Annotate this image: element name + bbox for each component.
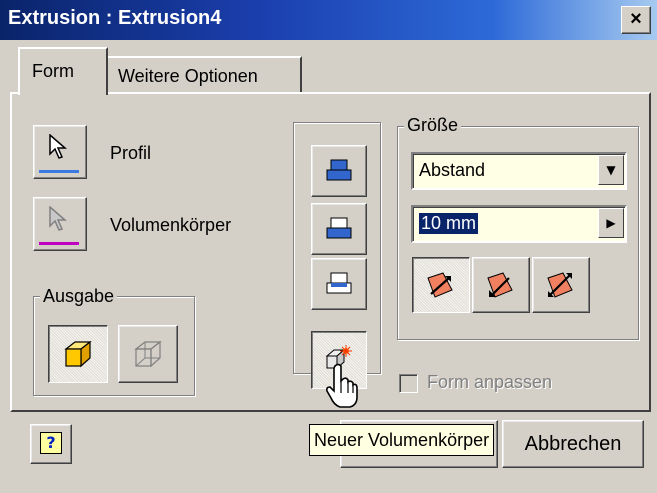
- surface-cube-icon: [134, 340, 162, 368]
- output-solid-button[interactable]: [48, 325, 108, 383]
- tab-weitere-optionen[interactable]: Weitere Optionen: [106, 56, 302, 94]
- profile-underline: [39, 170, 79, 173]
- distance-flyout-arrow-icon[interactable]: ▶: [598, 208, 624, 238]
- extrusion-dialog: Extrusion : Extrusion4 × Form Weitere Op…: [0, 0, 657, 493]
- cursor-arrow-disabled-icon: [49, 206, 68, 231]
- intersect-icon: [326, 272, 352, 294]
- symmetric-button[interactable]: [532, 257, 590, 313]
- close-icon: ×: [630, 8, 642, 30]
- window-title: Extrusion : Extrusion4: [8, 7, 222, 29]
- match-shape-checkbox[interactable]: [399, 374, 418, 393]
- solid-underline: [39, 242, 79, 245]
- solid-select-button[interactable]: [33, 197, 87, 251]
- cancel-button[interactable]: Abbrechen: [502, 420, 644, 468]
- direction-1-icon: [427, 272, 453, 298]
- hand-cursor-icon: [326, 363, 358, 408]
- cursor-arrow-icon: [49, 134, 68, 159]
- cancel-button-label: Abbrechen: [524, 433, 622, 455]
- dropdown-arrow-icon[interactable]: ▼: [598, 155, 624, 185]
- direction-2-icon: [487, 272, 513, 298]
- tab-form-label: Form: [32, 61, 74, 81]
- intersect-button[interactable]: [311, 258, 367, 310]
- match-shape-label: Form anpassen: [427, 372, 553, 392]
- cut-button[interactable]: [311, 203, 367, 255]
- join-button[interactable]: [311, 145, 367, 197]
- output-group-legend: Ausgabe: [40, 286, 118, 307]
- tab-form[interactable]: Form: [18, 47, 108, 95]
- help-button[interactable]: ?: [30, 424, 72, 464]
- help-icon: ?: [40, 432, 62, 454]
- symmetric-icon: [547, 272, 573, 298]
- profile-select-button[interactable]: [33, 125, 87, 179]
- distance-input[interactable]: 10 mm ▶: [411, 205, 627, 243]
- output-surface-button[interactable]: [118, 325, 178, 383]
- profile-label: Profil: [110, 143, 152, 163]
- extent-type-select[interactable]: Abstand ▼: [411, 152, 627, 190]
- close-button[interactable]: ×: [621, 6, 651, 34]
- tooltip-text: Neuer Volumenkörper: [314, 430, 490, 450]
- direction-1-button[interactable]: [412, 257, 470, 313]
- solid-cube-icon: [64, 340, 92, 368]
- tab-weitere-optionen-label: Weitere Optionen: [118, 66, 258, 86]
- join-icon: [326, 159, 352, 181]
- direction-2-button[interactable]: [472, 257, 530, 313]
- extent-type-value: Abstand: [419, 160, 486, 180]
- distance-value: 10 mm: [419, 213, 479, 234]
- size-group-legend: Größe: [404, 115, 462, 136]
- title-bar[interactable]: Extrusion : Extrusion4 ×: [0, 0, 657, 40]
- tooltip: Neuer Volumenkörper: [309, 424, 495, 456]
- cut-icon: [326, 217, 352, 239]
- solid-label: Volumenkörper: [110, 215, 232, 235]
